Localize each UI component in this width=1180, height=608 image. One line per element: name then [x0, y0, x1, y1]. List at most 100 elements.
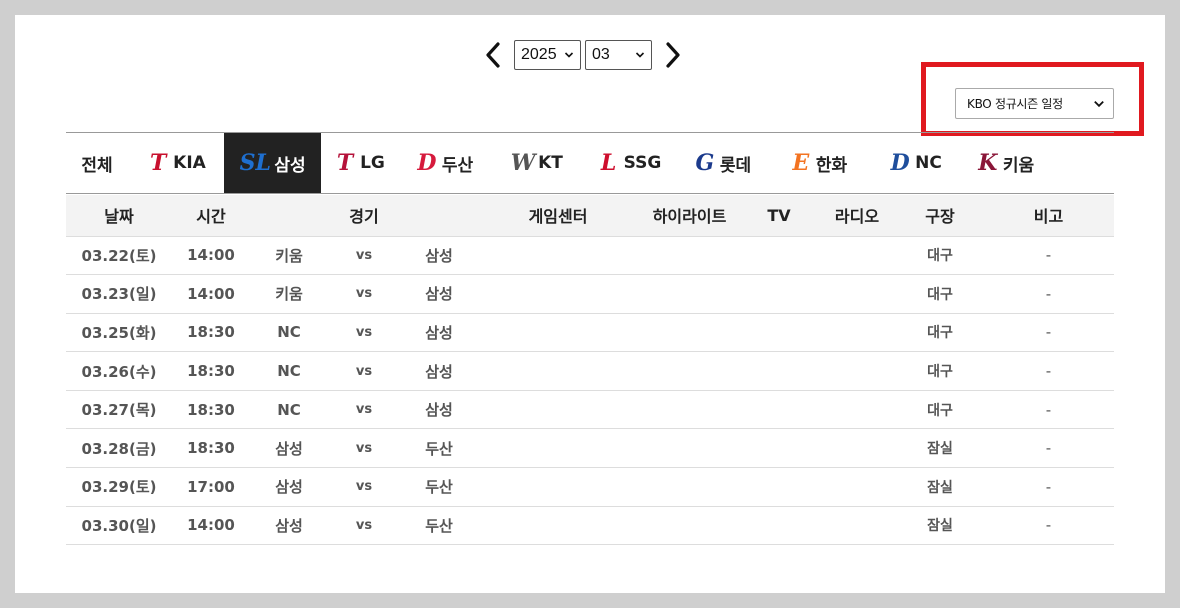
vs-cell: vs [328, 236, 400, 276]
note-cell: - [983, 236, 1115, 276]
team-tab-3[interactable]: T LG [321, 133, 397, 193]
season-type-select[interactable]: KBO 정규시즌 일정 [955, 88, 1114, 119]
stadium-cell: 잠실 [897, 467, 984, 507]
vs-cell: vs [328, 390, 400, 430]
team-logo-glyph: T [336, 150, 354, 176]
note-cell: - [983, 428, 1115, 469]
tv-cell [741, 236, 818, 276]
header-game: 경기 [250, 195, 479, 237]
team-tab-label: 삼성 [274, 155, 306, 176]
note-cell: - [983, 506, 1115, 546]
team-tab-label: KT [538, 153, 563, 173]
tv-cell [741, 428, 818, 469]
chevron-left-icon [486, 42, 500, 68]
gamecenter-cell [478, 351, 639, 391]
team-logo-icon: K [976, 152, 1000, 174]
team-logo-glyph: G [695, 150, 715, 176]
table-row: 03.27(목) 18:30 NC vs 삼성 대구 - [66, 390, 1115, 430]
radio-cell [817, 467, 898, 507]
away-team-cell: 키움 [250, 236, 328, 276]
team-tab-5[interactable]: W KT [491, 133, 583, 193]
team-tab-1[interactable]: T KIA [128, 133, 224, 193]
table-row: 03.28(금) 18:30 삼성 vs 두산 잠실 - [66, 428, 1115, 469]
team-logo-glyph: L [600, 150, 617, 176]
tv-cell [741, 390, 818, 430]
highlight-cell [638, 274, 742, 314]
radio-cell [817, 390, 898, 430]
gamecenter-cell [478, 467, 639, 507]
prev-month-button[interactable] [482, 40, 504, 70]
radio-cell [817, 313, 898, 353]
team-logo-glyph: D [417, 150, 437, 176]
team-logo-icon: E [789, 152, 813, 174]
tv-cell [741, 274, 818, 314]
team-tab-label: LG [360, 153, 385, 173]
table-row: 03.22(토) 14:00 키움 vs 삼성 대구 - [66, 236, 1115, 276]
highlight-cell [638, 390, 742, 430]
team-logo-glyph: SL [239, 150, 272, 176]
team-logo-icon: SL [239, 152, 271, 174]
team-tab-label: 두산 [441, 155, 474, 176]
game-date-cell: 03.23(일) [66, 274, 172, 314]
team-tab-7[interactable]: G 롯데 [675, 133, 769, 193]
team-logo-icon: L [597, 152, 621, 174]
table-row: 03.25(화) 18:30 NC vs 삼성 대구 - [66, 313, 1115, 353]
away-team-cell: NC [250, 351, 328, 391]
header-highlight: 하이라이트 [638, 195, 742, 237]
home-team-cell: 삼성 [400, 313, 479, 353]
tv-cell [741, 313, 818, 353]
highlight-cell [638, 236, 742, 276]
team-logo-glyph: E [792, 150, 810, 176]
team-logo-glyph: T [149, 150, 167, 176]
highlight-cell [638, 467, 742, 507]
away-team-cell: NC [250, 313, 328, 353]
year-select[interactable]: 2025 [514, 40, 581, 70]
header-time: 시간 [172, 195, 250, 237]
team-tab-8[interactable]: E 한화 [769, 133, 867, 193]
table-row: 03.30(일) 14:00 삼성 vs 두산 잠실 - [66, 506, 1115, 546]
stadium-cell: 대구 [897, 274, 984, 314]
gamecenter-cell [478, 428, 639, 469]
tv-cell [741, 506, 818, 546]
vs-cell: vs [328, 506, 400, 546]
gamecenter-cell [478, 506, 639, 546]
game-time-cell: 14:00 [172, 274, 250, 314]
game-time-cell: 17:00 [172, 467, 250, 507]
game-date-cell: 03.25(화) [66, 313, 172, 353]
team-tab-0[interactable]: 전체 [66, 133, 128, 193]
team-logo-icon: D [888, 152, 912, 174]
team-tab-6[interactable]: L SSG [583, 133, 675, 193]
stadium-cell: 대구 [897, 390, 984, 430]
away-team-cell: 삼성 [250, 467, 328, 507]
note-cell: - [983, 274, 1115, 314]
vs-cell: vs [328, 351, 400, 391]
header-gamecenter: 게임센터 [478, 195, 639, 237]
team-tab-9[interactable]: D NC [867, 133, 963, 193]
vs-cell: vs [328, 274, 400, 314]
stadium-cell: 대구 [897, 313, 984, 353]
radio-cell [817, 274, 898, 314]
gamecenter-cell [478, 274, 639, 314]
date-navigation: 2025 03 [482, 40, 684, 70]
table-row: 03.29(토) 17:00 삼성 vs 두산 잠실 - [66, 467, 1115, 507]
game-time-cell: 18:30 [172, 428, 250, 469]
header-note: 비고 [983, 195, 1115, 237]
home-team-cell: 삼성 [400, 351, 479, 391]
table-header-row: 날짜 시간 경기 게임센터 하이라이트 TV 라디오 구장 비고 [66, 195, 1115, 237]
highlight-cell [638, 506, 742, 546]
game-time-cell: 14:00 [172, 506, 250, 546]
team-tab-10[interactable]: K 키움 [963, 133, 1047, 193]
chevron-down-icon [564, 52, 574, 58]
team-tab-2[interactable]: SL 삼성 [224, 133, 321, 193]
header-radio: 라디오 [817, 195, 898, 237]
game-time-cell: 18:30 [172, 390, 250, 430]
next-month-button[interactable] [662, 40, 684, 70]
radio-cell [817, 506, 898, 546]
header-date: 날짜 [66, 195, 172, 237]
radio-cell [817, 351, 898, 391]
note-cell: - [983, 390, 1115, 430]
team-logo-glyph: K [978, 150, 998, 176]
vs-cell: vs [328, 313, 400, 353]
month-select[interactable]: 03 [585, 40, 652, 70]
team-tab-4[interactable]: D 두산 [397, 133, 491, 193]
